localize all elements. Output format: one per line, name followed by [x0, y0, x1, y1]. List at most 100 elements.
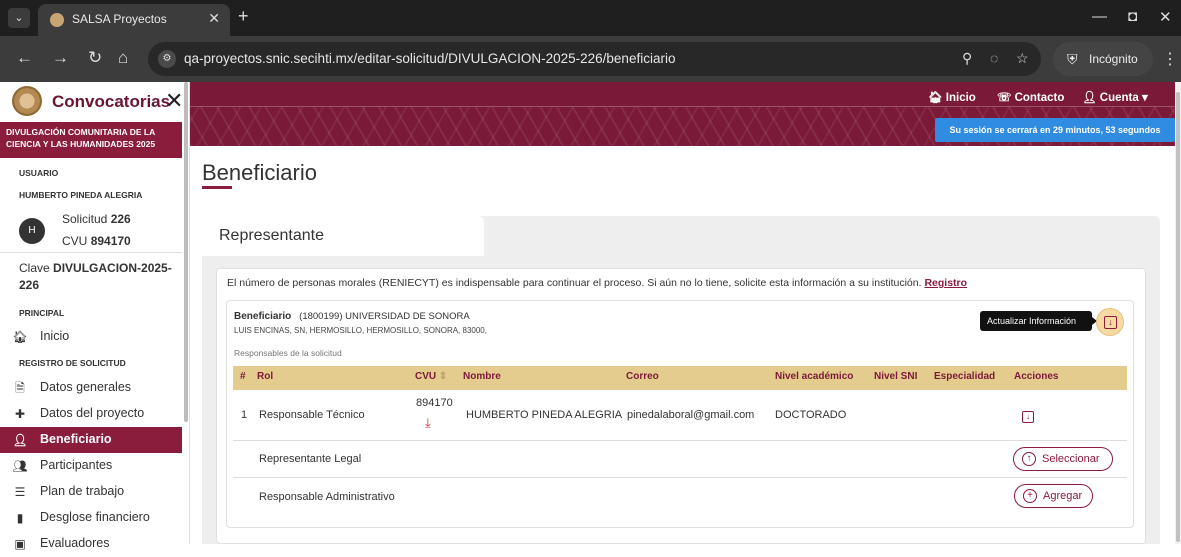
reniecyt-notice: El número de personas morales (RENIECYT)… — [227, 277, 968, 289]
row-divider — [233, 477, 1127, 478]
download-icon[interactable]: ↓ — [1022, 411, 1034, 423]
header-contacto-link[interactable]: ☏ Contacto — [997, 90, 1064, 104]
column-header: Nombre — [463, 371, 501, 382]
principal-heading: PRINCIPAL — [19, 308, 65, 318]
sidebar: Convocatorias ✕ DIVULGACIÓN COMUNITARIA … — [0, 82, 190, 551]
sort-icon: ⇕ — [438, 371, 448, 382]
browser-tab-bar: ⌄ SALSA Proyectos ✕ + — ◘ ✕ — [0, 0, 1181, 36]
column-header[interactable]: CVU ⇕ — [415, 371, 447, 382]
eye-off-icon[interactable]: ◌ — [990, 50, 998, 66]
column-header: Nivel académico — [775, 371, 854, 382]
document-icon: 🗎 — [15, 381, 25, 395]
title-underline — [202, 186, 232, 189]
row-rol: Responsable Técnico — [259, 409, 365, 421]
sidebar-item-participantes[interactable]: 👥︎ Participantes — [0, 453, 182, 479]
sitemap-icon: ✚ — [14, 407, 26, 421]
sidebar-item-label: Plan de trabajo — [40, 484, 125, 498]
update-info-button[interactable]: ↓ — [1096, 308, 1124, 336]
divider — [0, 252, 182, 253]
seal-logo — [12, 86, 42, 116]
header-cuenta-link[interactable]: 👤︎ Cuenta ▾ — [1082, 90, 1148, 104]
page-title: Beneficiario — [202, 160, 317, 185]
tab-label: Representante — [219, 227, 324, 244]
row-number: 1 — [241, 409, 248, 421]
tab-search-icon[interactable]: ⌄ — [8, 8, 30, 28]
row-rol: Responsable Administrativo — [259, 491, 395, 503]
incognito-label: Incógnito — [1089, 52, 1138, 66]
incognito-badge[interactable]: ⛨ Incógnito — [1053, 42, 1153, 76]
row-nombre: HUMBERTO PINEDA ALEGRIA — [466, 409, 623, 421]
browser-tab[interactable]: SALSA Proyectos ✕ — [38, 4, 230, 36]
star-icon[interactable]: ☆ — [1016, 50, 1029, 67]
users-icon: 👥︎ — [12, 459, 28, 473]
header-inicio-link[interactable]: 🏠︎ Inicio — [928, 90, 976, 104]
solicitud-label: Solicitud 226 — [62, 212, 131, 226]
sidebar-item-label: Desglose financiero — [40, 510, 150, 524]
browser-toolbar: ← → ↻ ⌂ ⚙ qa-proyectos.snic.secihti.mx/e… — [0, 36, 1181, 82]
close-sidebar-icon[interactable]: ✕ — [165, 88, 183, 114]
sidebar-item-label: Beneficiario — [40, 432, 112, 446]
row-divider — [233, 440, 1127, 441]
registro-link[interactable]: Registro — [924, 277, 967, 289]
sidebar-item-inicio[interactable]: 🏠︎ Inicio — [0, 324, 182, 350]
avatar: H — [19, 218, 45, 244]
list-icon: ☰ — [14, 485, 26, 499]
sidebar-header: Convocatorias ✕ — [0, 82, 190, 122]
responsables-label: Responsables de la solicitud — [234, 348, 342, 358]
beneficiario-address: LUIS ENCINAS, SN, HERMOSILLO, HERMOSILLO… — [234, 326, 487, 335]
incognito-icon: ⛨ — [1067, 51, 1078, 67]
window-close-icon[interactable]: ✕ — [1159, 8, 1172, 26]
session-timer: Su sesión se cerrará en 29 minutos, 53 s… — [935, 118, 1175, 142]
arrow-up-circle-icon: ↑ — [1022, 452, 1036, 466]
url-text[interactable]: qa-proyectos.snic.secihti.mx/editar-soli… — [184, 51, 675, 66]
usuario-heading: USUARIO — [19, 168, 59, 178]
restore-icon[interactable]: ◘ — [1128, 8, 1137, 25]
sidebar-item-label: Evaluadores — [40, 536, 110, 550]
home-icon: 🏠︎ — [12, 330, 28, 344]
column-header: Rol — [257, 371, 274, 382]
tab-close-icon[interactable]: ✕ — [208, 10, 220, 27]
sidebar-item-evaluadores[interactable]: ▣ Evaluadores — [0, 531, 182, 557]
address-bar[interactable]: ⚙ qa-proyectos.snic.secihti.mx/editar-so… — [148, 42, 1041, 76]
column-header: # — [240, 371, 246, 382]
tab-representante[interactable]: Representante — [202, 216, 484, 256]
sidebar-item-datos-proyecto[interactable]: ✚ Datos del proyecto — [0, 401, 182, 427]
column-header: Acciones — [1014, 371, 1059, 382]
row-rol: Representante Legal — [259, 453, 362, 465]
zoom-icon[interactable]: ⚲ — [962, 50, 972, 67]
plus-circle-icon: + — [1023, 489, 1037, 503]
download-cvu-icon[interactable]: ⤓ — [425, 415, 431, 431]
agregar-button[interactable]: + Agregar — [1014, 484, 1093, 508]
bar-chart-icon: ▮ — [16, 511, 24, 525]
sidebar-title: Convocatorias — [52, 92, 171, 111]
sidebar-item-desglose[interactable]: ▮ Desglose financiero — [0, 505, 182, 531]
column-header: Nivel SNI — [874, 371, 918, 382]
sidebar-item-label: Inicio — [40, 329, 70, 343]
row-cvu: 894170 — [416, 397, 453, 409]
sidebar-item-label: Datos generales — [40, 380, 132, 394]
download-icon: ↓ — [1104, 316, 1117, 329]
sidebar-item-plan-trabajo[interactable]: ☰ Plan de trabajo — [0, 479, 182, 505]
convocatoria-banner: DIVULGACIÓN COMUNITARIA DE LA CIENCIA Y … — [0, 122, 182, 158]
cvu-label: CVU 894170 — [62, 234, 131, 248]
sidebar-item-label: Datos del proyecto — [40, 406, 145, 420]
tab-title: SALSA Proyectos — [72, 12, 167, 26]
back-icon[interactable]: ← — [16, 48, 33, 68]
new-tab-icon[interactable]: + — [238, 6, 249, 27]
forward-icon[interactable]: → — [52, 48, 69, 68]
page-scrollbar[interactable] — [1175, 82, 1181, 544]
beneficiario-info: Beneficiario (1800199) UNIVERSIDAD DE SO… — [234, 311, 470, 322]
sidebar-item-datos-generales[interactable]: 🗎 Datos generales — [0, 375, 182, 401]
minimize-icon[interactable]: — — [1092, 8, 1107, 25]
sidebar-item-beneficiario[interactable]: 👤︎ Beneficiario — [0, 427, 182, 453]
seleccionar-button[interactable]: ↑ Seleccionar — [1013, 447, 1113, 471]
sidebar-scrollbar[interactable] — [184, 82, 188, 422]
home-icon[interactable]: ⌂ — [118, 48, 128, 68]
row-nivel: DOCTORADO — [775, 409, 847, 421]
browser-menu-icon[interactable]: ⋮ — [1162, 49, 1178, 69]
reload-icon[interactable]: ↻ — [88, 48, 102, 68]
site-info-icon[interactable]: ⚙ — [158, 50, 176, 68]
tooltip: Actualizar Información — [980, 311, 1097, 331]
row-correo: pinedalaboral@gmail.com — [627, 409, 755, 421]
column-header: Correo — [626, 371, 659, 382]
